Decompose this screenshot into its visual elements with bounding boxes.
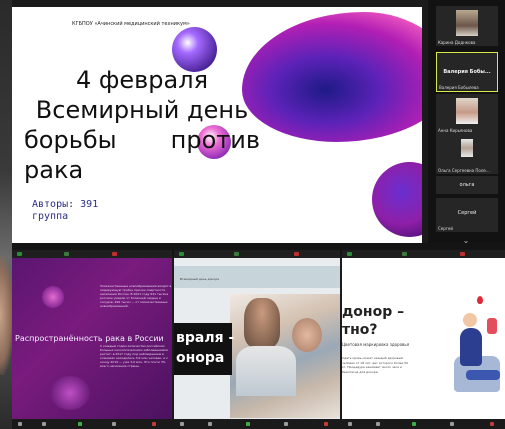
shared-screen-2: Всемирный день донора враля - онора [174,250,340,429]
dark-purple-blob-decoration [372,162,422,237]
share-icon[interactable] [78,422,82,426]
participant-name: Сергей [438,226,453,231]
participant-display-name: Валерия Бобы... [443,69,491,75]
status-icon [112,252,117,256]
shared-presentation-slide: КГБПОУ «Ачинский медицинский техникум» 4… [12,7,422,243]
participant-display-name: Сергей [457,210,477,216]
end-call-icon[interactable] [324,422,328,426]
camera-icon[interactable] [376,422,380,426]
participant-video [456,10,478,36]
participant-video [461,139,473,157]
screen-toolbar [174,250,340,258]
screen-control-bar [174,419,340,429]
organization-name: КГБПОУ «Ачинский медицинский техникум» [72,21,190,27]
share-icon[interactable] [246,422,250,426]
donor-shirt-image [236,346,296,396]
video-conference-window: КГБПОУ «Ачинский медицинский техникум» 4… [0,0,505,429]
slide-body-text: С каждым годом количество российских бол… [100,344,168,368]
share-icon[interactable] [412,422,416,426]
slide-heading: Распространённость рака в России [15,334,164,343]
participant-name: Ольга Сергеевна Поле... [438,168,490,173]
screen-control-bar [342,419,505,429]
donor-legs-illustration [466,370,500,380]
screen-toolbar [12,250,172,258]
camera-icon[interactable] [208,422,212,426]
end-call-icon[interactable] [490,422,494,426]
slide-body-text: Злокачественные новообразования входят в… [100,284,172,308]
shared-screen-3: донор – тно? Цветовая маркировка здоровь… [342,250,505,429]
title-line: 4 февраля [75,66,209,94]
title-word: против [170,126,260,154]
donor-photo-slide: Всемирный день донора враля - онора [174,258,340,419]
slide-body-text: Сдать кровь может каждый здоровый челове… [342,356,409,374]
end-call-icon[interactable] [152,422,156,426]
slide-title: враля - онора [176,328,234,368]
shared-screen-1: Распространённость рака в России Злокаче… [12,250,172,429]
pink-sphere-decoration [50,376,90,410]
authors-line: группа [32,211,69,222]
authors-line: Авторы: 391 [32,199,99,210]
microphone-icon[interactable] [348,422,352,426]
participant-name: Карина Доднкова [438,40,476,45]
donor-head-illustration [463,313,477,327]
title-line: борьбы против [22,125,262,155]
donor-illustration [460,328,482,366]
participant-tile[interactable]: Ольга Сергеевна Поле... [436,134,498,174]
screen-toolbar [342,250,505,258]
slide-small-heading: Всемирный день донора [180,277,219,281]
status-icon [179,252,184,256]
camera-icon[interactable] [42,422,46,426]
participant-name: Валерия Бобылева [439,85,479,90]
title-line: враля - [176,330,235,346]
title-line: тно? [342,322,378,338]
participants-icon[interactable] [450,422,454,426]
screen-control-bar [12,419,172,429]
slide-title: 4 февраля Всемирный день борьбы против р… [22,65,262,185]
status-icon [460,252,465,256]
title-line: рака [24,156,84,184]
purple-slide: Распространённость рака в России Злокаче… [12,258,172,419]
donor-person-image [244,298,280,348]
status-icon [64,252,69,256]
title-line: онора [176,350,225,366]
title-line: Всемирный день [35,96,249,124]
title-word: борьбы [24,126,117,154]
status-icon [347,252,352,256]
participant-tile[interactable]: Анна Кирьянова [436,94,498,134]
donor-info-slide: донор – тно? Цветовая маркировка здоровь… [342,258,505,419]
participant-tile[interactable]: Карина Доднкова [436,6,498,46]
participants-panel: Карина Доднкова Валерия Бобы... Валерия … [428,0,505,250]
status-icon [17,252,22,256]
donor-person-image [292,318,322,352]
participant-display-name: ольга [459,182,475,188]
microphone-icon[interactable] [18,422,22,426]
microphone-icon[interactable] [180,422,184,426]
slide-authors: Авторы: 391 группа [32,199,152,223]
status-icon [294,252,299,256]
participant-tile[interactable]: Сергей Сергей [436,198,498,232]
participant-name: Анна Кирьянова [438,128,473,133]
participant-video [456,98,478,124]
blood-bag-icon [487,318,497,334]
title-line: донор – [342,304,405,320]
participants-icon[interactable] [284,422,288,426]
status-icon [234,252,239,256]
blood-drop-icon [477,296,483,304]
pink-sphere-decoration [42,286,64,308]
participants-icon[interactable] [112,422,116,426]
purple-blob-decoration [242,12,422,142]
participant-tile-active-speaker[interactable]: Валерия Бобы... Валерия Бобылева [436,52,498,92]
participant-tile[interactable]: ольга [436,176,498,194]
slide-title: донор – тно? [342,303,404,339]
slide-subtitle: Цветовая маркировка здоровья [342,342,410,347]
status-icon [402,252,407,256]
